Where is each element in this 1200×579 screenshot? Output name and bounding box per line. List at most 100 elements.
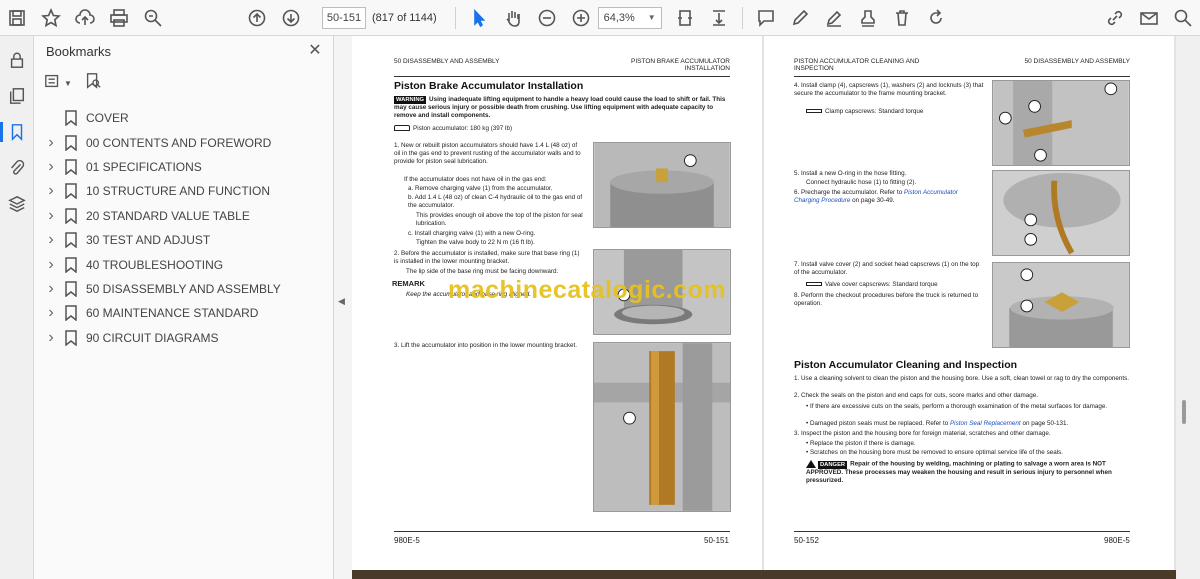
step-7: 7. Install valve cover (2) and socket he… xyxy=(794,261,980,276)
chevron-down-icon[interactable]: ▼ xyxy=(64,79,72,88)
toolbar: 50-151 (817 of 1144) 64,3% ▼ xyxy=(0,0,1200,36)
photo-hydraulic-hose xyxy=(992,170,1130,256)
bookmark-label: 30 TEST AND ADJUST xyxy=(86,233,211,248)
bookmark-item[interactable]: › 90 CIRCUIT DIAGRAMS xyxy=(34,326,334,350)
scroll-mode-icon[interactable] xyxy=(702,1,736,35)
wrench-icon xyxy=(806,282,822,287)
step-1b: b. Add 1.4 L (48 oz) of clean C-4 hydrau… xyxy=(408,194,583,209)
link-edit-icon[interactable] xyxy=(1098,1,1132,35)
rotate-icon[interactable] xyxy=(919,1,953,35)
bookmark-item[interactable]: › 50 DISASSEMBLY AND ASSEMBLY xyxy=(34,277,334,301)
bookmark-icon xyxy=(64,232,78,249)
bookmark-label: 01 SPECIFICATIONS xyxy=(86,159,202,174)
chevron-right-icon[interactable]: › xyxy=(42,280,60,298)
pen-icon[interactable] xyxy=(783,1,817,35)
close-icon[interactable]: ✕ xyxy=(306,42,324,60)
page-up-icon[interactable] xyxy=(240,1,274,35)
select-cursor-icon[interactable] xyxy=(462,1,496,35)
bookmark-panel-icon[interactable] xyxy=(0,114,34,150)
options-menu-icon[interactable] xyxy=(44,72,62,95)
chevron-right-icon[interactable]: › xyxy=(42,231,60,249)
document-viewport[interactable]: 50 DISASSEMBLY AND ASSEMBLY PISTON BRAKE… xyxy=(352,36,1176,579)
warning-block: WARNING Using inadequate lifting equipmen… xyxy=(394,96,730,120)
page-right: PISTON ACCUMULATOR CLEANING AND INSPECTIO… xyxy=(764,36,1174,576)
photo-charging-valve xyxy=(593,142,731,228)
bookmark-icon xyxy=(64,256,78,274)
scrollbar-thumb[interactable] xyxy=(1182,400,1186,424)
step-6-text: 6. Precharge the accumulator. Refer to xyxy=(794,189,903,196)
page-number-input[interactable]: 50-151 xyxy=(322,6,366,29)
attachment-icon[interactable] xyxy=(0,150,34,186)
photo-accumulator-lift-art xyxy=(594,343,730,511)
warning-tag: WARNING xyxy=(394,96,427,104)
stamp-icon[interactable] xyxy=(851,1,885,35)
bookmark-item[interactable]: › 60 MAINTENANCE STANDARD xyxy=(34,301,334,325)
clean-step-3-bullet: • Scratches on the housing bore must be … xyxy=(806,449,1064,456)
page-down-icon[interactable] xyxy=(274,1,308,35)
step-4: 4. Install clamp (4), capscrews (1), was… xyxy=(794,82,984,97)
next-page-preview xyxy=(352,570,1176,579)
zoom-in-icon[interactable] xyxy=(564,1,598,35)
bookmark-item[interactable]: COVER xyxy=(34,106,334,130)
footer-rule xyxy=(394,531,730,532)
bookmark-label: 50 DISASSEMBLY AND ASSEMBLY xyxy=(86,281,281,296)
photo-hydraulic-hose-art xyxy=(993,171,1129,255)
chevron-right-icon[interactable]: › xyxy=(42,256,60,274)
collapse-panel-arrow[interactable]: ◀ xyxy=(338,296,346,307)
danger-tag: DANGER xyxy=(818,460,848,469)
bookmark-item[interactable]: › 20 STANDARD VALUE TABLE xyxy=(34,204,334,228)
save-icon[interactable] xyxy=(0,1,34,35)
step-7-torque: Valve cover capscrews: Standard torque xyxy=(806,281,986,289)
footer-page-number: 50-151 xyxy=(704,536,729,545)
photo-charging-valve-art xyxy=(594,143,730,227)
email-icon[interactable] xyxy=(1132,1,1166,35)
danger-triangle-icon xyxy=(806,460,816,468)
bookmark-item[interactable]: › 01 SPECIFICATIONS xyxy=(34,155,334,179)
bookmark-item[interactable]: › 40 TROUBLESHOOTING xyxy=(34,252,334,276)
clean-step-2-bullet: • If there are excessive cuts on the sea… xyxy=(806,403,1108,410)
chevron-right-icon[interactable]: › xyxy=(42,158,60,176)
bullet-text: • Damaged piston seals must be replaced.… xyxy=(806,420,949,427)
bookmark-item[interactable]: › 00 CONTENTS AND FOREWORD xyxy=(34,130,334,154)
page-count: (817 of 1144) xyxy=(372,11,437,24)
vertical-scrollbar[interactable] xyxy=(1176,36,1200,579)
zoom-search-icon[interactable] xyxy=(136,1,170,35)
step-1-torque: Tighten the valve body to 22 N m (16 ft … xyxy=(416,239,535,246)
seal-replacement-link[interactable]: Piston Seal Replacement xyxy=(950,420,1021,427)
chevron-right-icon[interactable]: › xyxy=(42,182,60,200)
bookmark-search-icon[interactable] xyxy=(84,72,102,95)
search-icon[interactable] xyxy=(1166,1,1200,35)
panel-toolbar: ▼ xyxy=(44,72,102,95)
delete-icon[interactable] xyxy=(885,1,919,35)
print-icon[interactable] xyxy=(102,1,136,35)
bookmark-icon xyxy=(64,281,78,298)
star-icon[interactable] xyxy=(34,1,68,35)
footer-model: 980E-5 xyxy=(394,536,420,545)
layers-icon[interactable] xyxy=(0,186,34,222)
page-left: 50 DISASSEMBLY AND ASSEMBLY PISTON BRAKE… xyxy=(352,36,762,576)
zoom-level-select[interactable]: 64,3% ▼ xyxy=(597,6,662,29)
fit-page-icon[interactable] xyxy=(668,1,702,35)
footer-page-number: 50-152 xyxy=(794,536,819,545)
toolbar-divider xyxy=(454,6,456,29)
step-4-torque-text: Clamp capscrews: Standard torque xyxy=(825,108,924,115)
pages-icon[interactable] xyxy=(0,78,34,114)
zoom-out-icon[interactable] xyxy=(530,1,564,35)
chevron-right-icon[interactable]: › xyxy=(42,304,60,322)
comment-icon[interactable] xyxy=(749,1,783,35)
chevron-right-icon[interactable]: › xyxy=(42,207,60,225)
toolbar-divider xyxy=(741,6,743,29)
chevron-right-icon[interactable]: › xyxy=(42,134,60,152)
warning-text: Using inadequate lifting equipment to ha… xyxy=(394,96,726,119)
bookmark-item[interactable]: › 10 STRUCTURE AND FUNCTION xyxy=(34,179,334,203)
cloud-upload-icon[interactable] xyxy=(68,1,102,35)
sign-icon[interactable] xyxy=(817,1,851,35)
step-2: 2. Before the accumulator is installed, … xyxy=(394,250,580,265)
bookmark-label: COVER xyxy=(86,111,129,126)
footer-rule xyxy=(794,531,1130,532)
lock-icon[interactable] xyxy=(0,42,34,78)
hand-tool-icon[interactable] xyxy=(496,1,530,35)
chevron-right-icon[interactable]: › xyxy=(42,329,60,347)
photo-valve-cover xyxy=(992,262,1130,348)
bookmark-item[interactable]: › 30 TEST AND ADJUST xyxy=(34,228,334,252)
